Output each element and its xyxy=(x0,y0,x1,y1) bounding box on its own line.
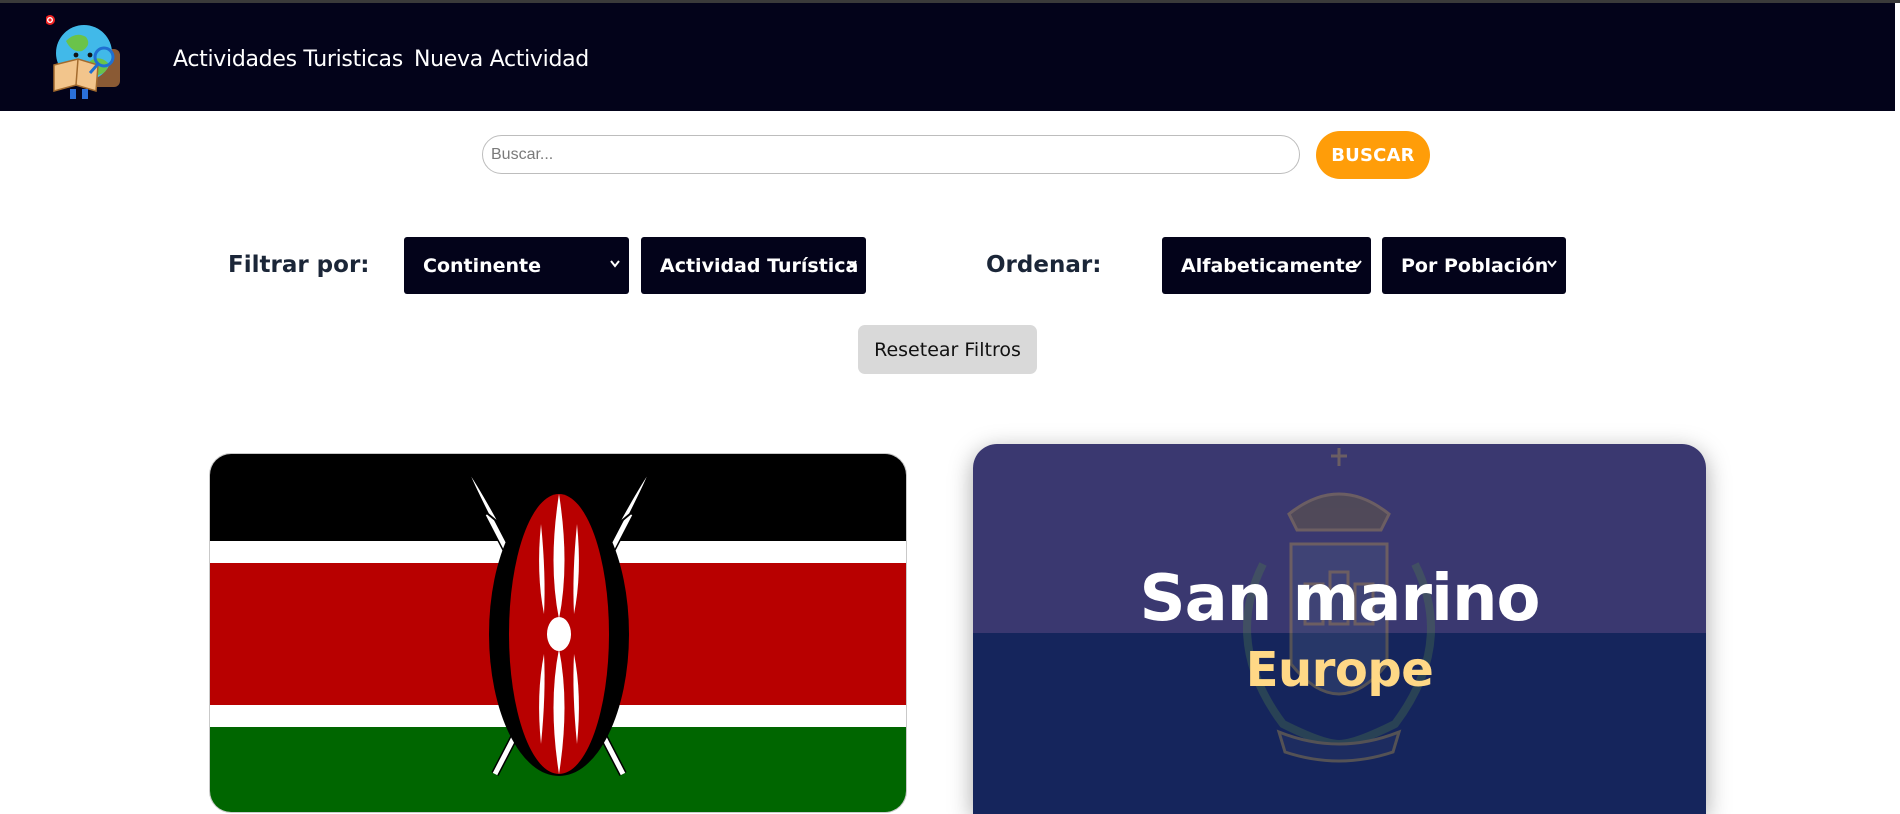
kenya-flag-image xyxy=(210,454,906,812)
population-sort-select[interactable]: Por Población xyxy=(1382,237,1566,294)
reset-filters-button[interactable]: Resetear Filtros xyxy=(858,325,1037,374)
country-continent: Europe xyxy=(1245,642,1434,698)
alphabetical-sort-select[interactable]: Alfabeticamente xyxy=(1162,237,1371,294)
order-label: Ordenar: xyxy=(986,252,1102,278)
alphabetical-sort-value: Alfabeticamente xyxy=(1181,254,1358,277)
navbar: Actividades Turisticas Nueva Actividad xyxy=(0,3,1895,111)
activity-select-value: Actividad Turística xyxy=(660,254,859,277)
globe-traveler-logo-icon[interactable] xyxy=(46,13,136,103)
chevron-down-icon xyxy=(1352,260,1362,268)
chevron-down-icon xyxy=(847,260,857,268)
nav-link-nueva-actividad[interactable]: Nueva Actividad xyxy=(414,47,589,72)
country-name: San marino xyxy=(1139,562,1540,636)
activity-select[interactable]: Actividad Turística xyxy=(641,237,866,294)
continent-select-value: Continente xyxy=(423,254,542,277)
chevron-down-icon xyxy=(610,260,620,268)
population-sort-value: Por Población xyxy=(1401,254,1549,277)
chevron-down-icon xyxy=(1547,260,1557,268)
search-input[interactable] xyxy=(482,135,1300,174)
country-card-kenya[interactable] xyxy=(209,453,907,813)
continent-select[interactable]: Continente xyxy=(404,237,629,294)
search-button[interactable]: BUSCAR xyxy=(1316,131,1430,179)
nav-link-actividades-turisticas[interactable]: Actividades Turisticas xyxy=(173,47,403,72)
filter-label: Filtrar por: xyxy=(228,252,370,278)
country-card-san-marino[interactable]: San marino Europe xyxy=(973,444,1706,814)
